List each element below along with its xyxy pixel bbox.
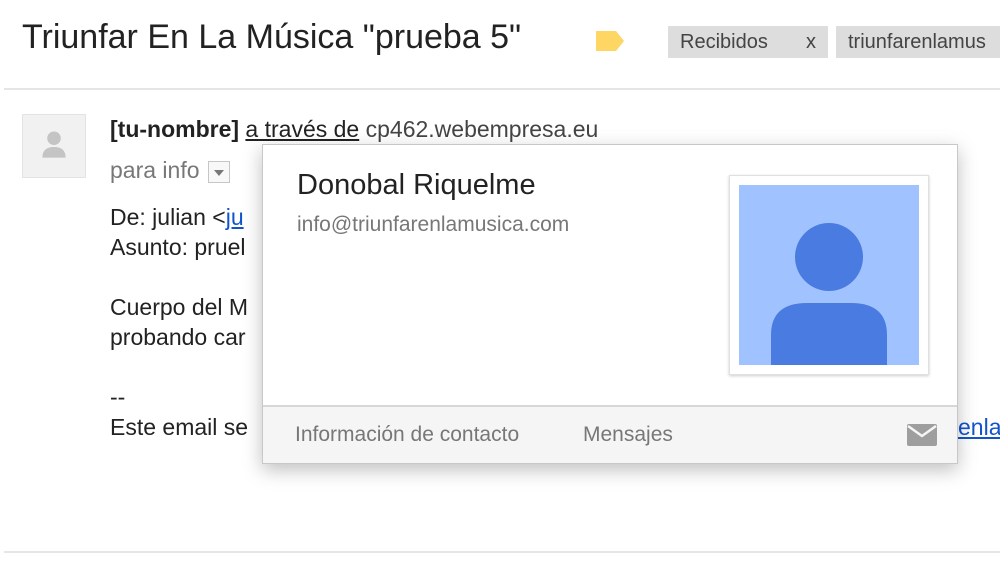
body-from-line: De: julian <ju [110,204,244,231]
contact-card: Donobal Riquelme info@triunfarenlamusica… [262,144,958,464]
sender-name[interactable]: [tu-nombre] [110,116,239,142]
label-chip-folder-text: triunfarenlamus [848,31,986,53]
body-from-prefix: De: julian < [110,204,226,230]
message-divider [4,551,1000,553]
label-chip-folder[interactable]: triunfarenlamus [836,26,1000,58]
from-email-link[interactable]: ju [226,204,244,230]
sender-avatar[interactable] [22,114,86,178]
person-avatar-icon [739,185,919,365]
body-subject-line: Asunto: pruel [110,234,246,260]
body-footer-line: Este email se [110,414,249,440]
messages-link[interactable]: Mensajes [583,423,673,447]
sender-domain: cp462.webempresa.eu [365,116,599,142]
email-view: Triunfar En La Música "prueba 5" Recibid… [0,0,1000,570]
contact-name: Donobal Riquelme [297,169,536,201]
contact-info-link[interactable]: Información de contacto [295,423,519,447]
contact-card-footer: Información de contacto Mensajes [263,405,957,463]
footer-site-link[interactable]: enla [958,414,1000,441]
body-text-line-2: probando car [110,324,246,350]
label-chip-inbox[interactable]: Recibidos x [668,26,828,58]
person-icon [42,131,66,158]
show-details-dropdown[interactable] [207,160,230,183]
header-divider [4,88,1000,90]
via-link[interactable]: a través de [245,116,359,142]
signature-separator: -- [110,384,126,410]
contact-email: info@triunfarenlamusica.com [297,213,570,236]
label-chip-inbox-text: Recibidos [680,31,768,53]
remove-label-button[interactable]: x [806,26,816,58]
contact-photo[interactable] [729,175,929,375]
mail-icon[interactable] [907,424,937,446]
body-text-line-1: Cuerpo del M [110,294,249,320]
recipient-line: para info [110,157,230,184]
recipient-text: para info [110,157,200,183]
email-subject: Triunfar En La Música "prueba 5" [22,18,522,56]
label-tag-icon[interactable] [596,31,624,51]
sender-line: [tu-nombre] a través de cp462.webempresa… [110,116,598,143]
